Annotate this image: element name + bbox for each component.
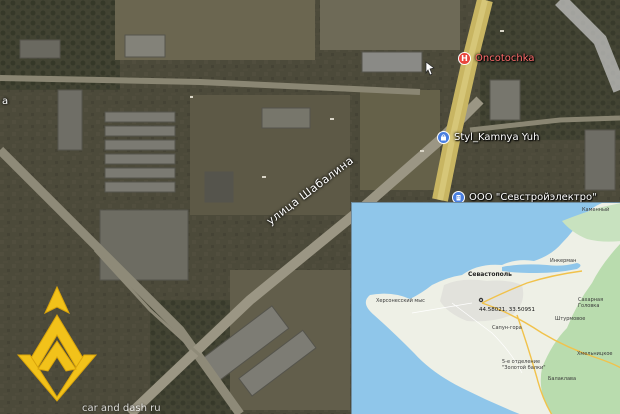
inset-place-top-right: Каменный	[582, 207, 610, 213]
watermark: car and dash ru	[82, 403, 161, 414]
inset-place-sakharnaya: Сахарная Головка	[578, 297, 604, 309]
inset-place-inkerman: Инкерман	[550, 258, 577, 264]
map-pointer-icon	[425, 61, 435, 76]
edge-label: а	[2, 96, 9, 107]
inset-place-mid: Сапун-гора	[492, 325, 522, 331]
inset-place-shturmovoe: Штурмовое	[555, 316, 586, 322]
inset-city-label: Севастополь	[468, 271, 512, 278]
poi-styl-kamnya[interactable]: Styl_Kamnya Yuh	[437, 131, 539, 144]
shopping-bag-icon	[437, 131, 450, 144]
poi-oncotochka-label: Oncotochka	[475, 53, 535, 64]
poi-styl-kamnya-label: Styl_Kamnya Yuh	[454, 132, 540, 143]
organization-logo	[16, 285, 98, 402]
inset-map[interactable]: Севастополь 44.58021, 33.50951 Каменный …	[351, 202, 620, 414]
inset-place-zolotaya: 5-е отделение "Золотой балки"	[502, 359, 546, 371]
inset-place-khmelnitskoe: Хмельницкое	[577, 351, 613, 357]
inset-place-left: Херсонесский мыс	[376, 298, 425, 304]
poi-oncotochka[interactable]: H Oncotochka	[458, 52, 534, 65]
hospital-icon: H	[458, 52, 471, 65]
inset-place-balaklava: Балаклава	[548, 376, 577, 382]
inset-coordinates: 44.58021, 33.50951	[479, 307, 535, 313]
map-canvas[interactable]: H Oncotochka Styl_Kamnya Yuh ООО "Севстр…	[0, 0, 620, 414]
